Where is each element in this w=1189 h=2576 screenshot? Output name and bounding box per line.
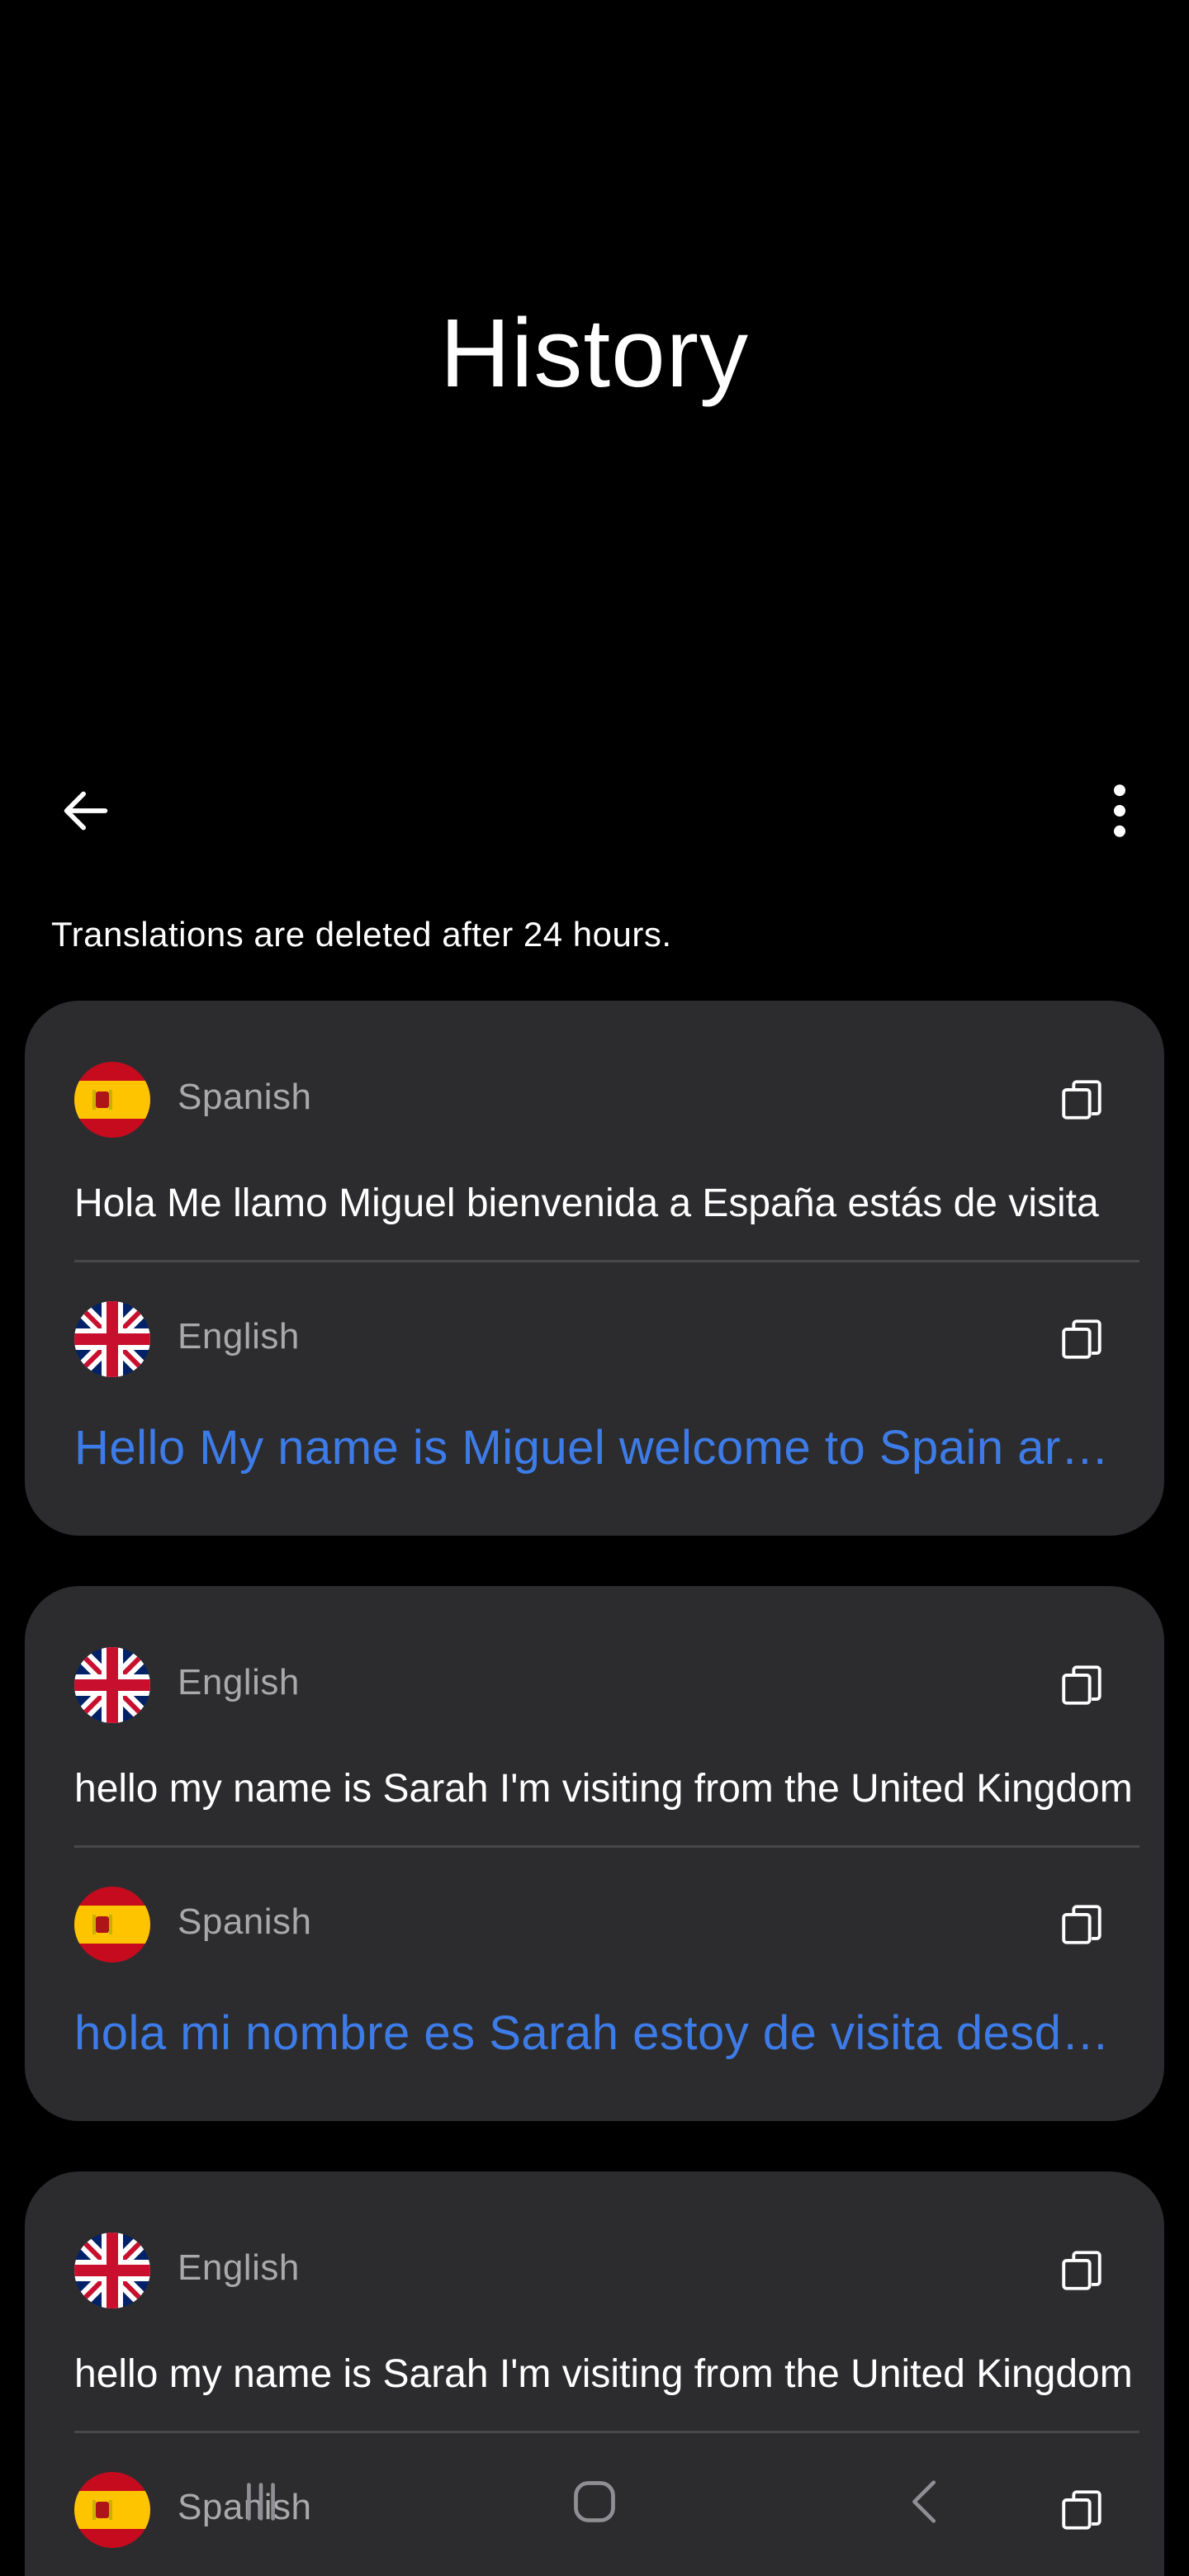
copy-icon — [1062, 1665, 1101, 1705]
back-icon — [912, 2480, 936, 2523]
source-text: hello my name is Sarah I'm visiting from… — [74, 1767, 1133, 1811]
divider — [74, 1845, 1139, 1848]
target-language-row: Spanish — [25, 1875, 1164, 1974]
history-card[interactable]: English hello my name is Sarah I'm visit… — [25, 1586, 1164, 2121]
target-language-row: English — [25, 1290, 1164, 1389]
home-button[interactable] — [553, 2467, 636, 2536]
copy-button[interactable] — [1049, 2237, 1115, 2304]
retention-notice: Translations are deleted after 24 hours. — [51, 915, 672, 954]
system-back-button[interactable] — [885, 2467, 968, 2536]
language-label: English — [178, 1316, 300, 1357]
recent-apps-icon — [247, 2483, 275, 2521]
uk-flag-icon — [74, 1301, 150, 1377]
spain-flag-icon — [74, 1062, 150, 1138]
copy-icon — [1062, 1905, 1101, 1944]
more-options-button[interactable] — [1087, 771, 1153, 850]
page-title: History — [439, 299, 750, 408]
toolbar — [0, 760, 1189, 850]
history-card[interactable]: Spanish Hola Me llamo Miguel bienvenida … — [25, 1001, 1164, 1536]
source-language-row: Spanish — [25, 1050, 1164, 1149]
spain-flag-icon — [74, 1887, 150, 1963]
translated-text: Hello My name is Miguel welcome to Spain… — [74, 1421, 1115, 1475]
copy-icon — [1062, 2251, 1101, 2290]
uk-flag-icon — [74, 1647, 150, 1723]
source-language-row: English — [25, 1636, 1164, 1735]
back-button[interactable] — [46, 771, 126, 850]
history-screen: History Translations are deleted after 2… — [0, 0, 1189, 2576]
language-label: English — [178, 2247, 300, 2288]
divider — [74, 2431, 1139, 2433]
language-label: English — [178, 1662, 300, 1702]
recent-apps-button[interactable] — [220, 2467, 302, 2536]
system-navigation-bar — [0, 2460, 1189, 2543]
source-text: hello my name is Sarah I'm visiting from… — [74, 2352, 1133, 2396]
copy-button[interactable] — [1049, 1652, 1115, 1718]
copy-button[interactable] — [1049, 1067, 1115, 1133]
uk-flag-icon — [74, 2233, 150, 2308]
home-icon — [574, 2481, 615, 2522]
source-text: Hola Me llamo Miguel bienvenida a España… — [74, 1181, 1099, 1225]
copy-button[interactable] — [1049, 1306, 1115, 1372]
copy-icon — [1062, 1319, 1101, 1359]
translated-text: hola mi nombre es Sarah estoy de visita … — [74, 2006, 1115, 2060]
arrow-left-icon — [64, 791, 108, 831]
more-vert-icon — [1114, 784, 1125, 837]
copy-button[interactable] — [1049, 1892, 1115, 1958]
copy-icon — [1062, 1080, 1101, 1120]
language-label: Spanish — [178, 1901, 312, 1942]
source-language-row: English — [25, 2221, 1164, 2320]
language-label: Spanish — [178, 1077, 312, 1117]
divider — [74, 1260, 1139, 1262]
